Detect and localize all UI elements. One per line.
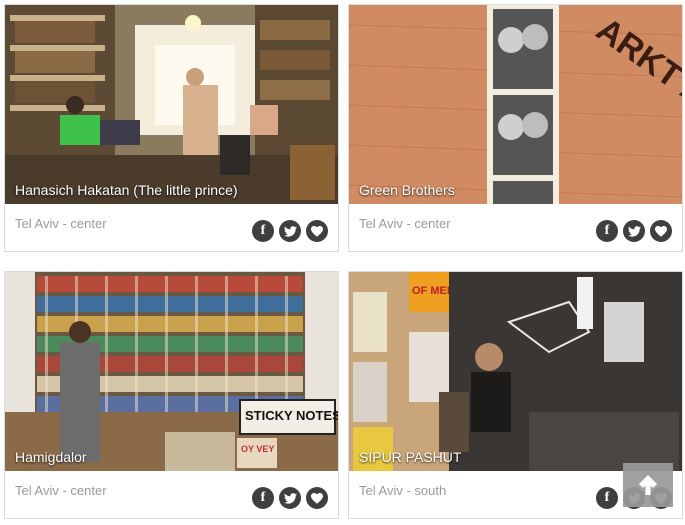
facebook-icon: f — [604, 223, 610, 238]
social-buttons: f — [252, 220, 328, 242]
shop-location: Tel Aviv - center — [15, 216, 107, 231]
shop-photo[interactable]: STICKY NOTES OY VEY Hamigdalor — [5, 272, 338, 471]
twitter-share-button[interactable] — [279, 487, 301, 509]
photobooth-strip-image: ARKT ALLE UN — [349, 5, 682, 204]
facebook-icon: f — [260, 490, 266, 505]
twitter-icon — [283, 225, 297, 237]
shop-location: Tel Aviv - center — [15, 483, 107, 498]
twitter-icon — [283, 492, 297, 504]
heart-icon — [311, 225, 323, 237]
shop-title[interactable]: SIPUR PASHUT — [359, 449, 461, 465]
heart-icon — [311, 492, 323, 504]
sticky-notes-text: STICKY NOTES — [245, 408, 338, 423]
shop-card[interactable]: ARKT ALLE UN Green Brothers Tel Aviv - c… — [348, 4, 683, 252]
facebook-share-button[interactable]: f — [596, 487, 618, 509]
shop-location: Tel Aviv - center — [359, 216, 451, 231]
shop-card[interactable]: Hanasich Hakatan (The little prince) Tel… — [4, 4, 339, 252]
twitter-share-button[interactable] — [279, 220, 301, 242]
shop-window-image: OF MEN — [349, 272, 682, 471]
shop-photo[interactable]: ARKT ALLE UN Green Brothers — [349, 5, 682, 204]
social-buttons: f — [596, 220, 672, 242]
back-to-top-button[interactable] — [623, 463, 673, 507]
facebook-icon: f — [260, 223, 266, 238]
heart-icon — [655, 225, 667, 237]
facebook-icon: f — [604, 490, 610, 505]
twitter-share-button[interactable] — [623, 220, 645, 242]
facebook-share-button[interactable]: f — [596, 220, 618, 242]
shops-grid: Hanasich Hakatan (The little prince) Tel… — [0, 0, 685, 525]
favorite-button[interactable] — [650, 220, 672, 242]
favorite-button[interactable] — [306, 487, 328, 509]
shop-title[interactable]: Hanasich Hakatan (The little prince) — [15, 182, 238, 198]
shop-meta: Tel Aviv - center f — [5, 204, 338, 251]
facebook-share-button[interactable]: f — [252, 220, 274, 242]
facebook-share-button[interactable]: f — [252, 487, 274, 509]
shop-title[interactable]: Hamigdalor — [15, 449, 87, 465]
arrow-up-icon — [639, 475, 657, 495]
shop-meta: Tel Aviv - center f — [5, 471, 338, 518]
shop-photo[interactable]: OF MEN SIPUR PASHUT — [349, 272, 682, 471]
social-buttons: f — [252, 487, 328, 509]
twitter-icon — [627, 225, 641, 237]
bookstore-interior-image — [5, 5, 338, 204]
oy-vey-text: OY VEY — [241, 444, 274, 454]
shop-card[interactable]: STICKY NOTES OY VEY Hamigdalor Tel Aviv … — [4, 271, 339, 519]
favorite-button[interactable] — [306, 220, 328, 242]
bookshelves-image: STICKY NOTES OY VEY — [5, 272, 338, 471]
shop-location: Tel Aviv - south — [359, 483, 447, 498]
shop-photo[interactable]: Hanasich Hakatan (The little prince) — [5, 5, 338, 204]
shop-title[interactable]: Green Brothers — [359, 182, 455, 198]
of-men-text: OF MEN — [412, 285, 455, 297]
shop-meta: Tel Aviv - center f — [349, 204, 682, 251]
